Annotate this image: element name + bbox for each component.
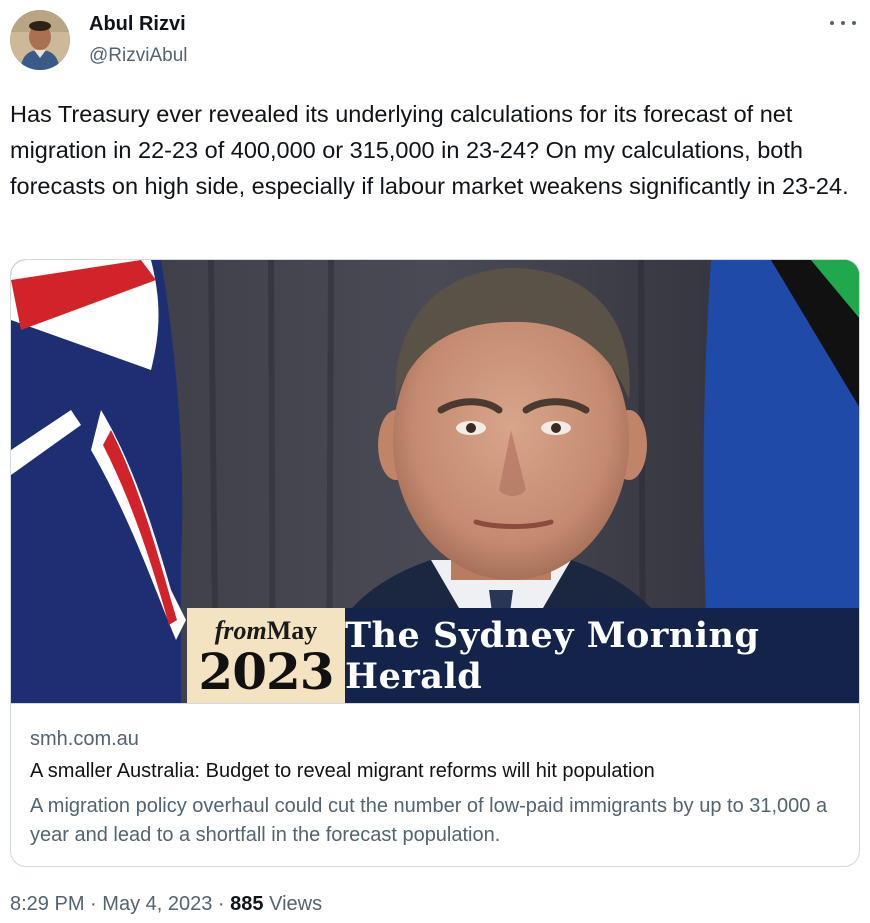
views-count[interactable]: 885	[230, 893, 263, 915]
author-handle[interactable]: @RizviAbul	[89, 45, 187, 67]
card-description[interactable]: A migration policy overhaul could cut th…	[30, 792, 850, 850]
card-meta[interactable]: smh.com.au A smaller Australia: Budget t…	[11, 703, 859, 866]
author-name[interactable]: Abul Rizvi	[89, 13, 186, 36]
avatar[interactable]	[10, 10, 70, 70]
avatar-photo	[10, 10, 70, 70]
link-card[interactable]: fromMay 2023 The Sydney Morning Herald s…	[10, 259, 860, 867]
tweet-footer: 8:29 PM · May 4, 2023 · 885 Views	[10, 893, 322, 916]
footer-separator: ·	[90, 893, 97, 915]
views-label[interactable]: Views	[269, 893, 322, 915]
tweet-text: Has Treasury ever revealed its underlyin…	[10, 101, 849, 199]
banner-year: 2023	[198, 642, 334, 701]
more-horizontal-icon[interactable]	[830, 12, 856, 34]
card-domain[interactable]: smh.com.au	[30, 728, 139, 751]
footer-separator-2: ·	[217, 893, 225, 915]
publication-name: The Sydney Morning Herald	[345, 614, 760, 697]
banner-month: May	[266, 616, 318, 645]
banner-date-box: fromMay 2023	[187, 608, 345, 703]
tweet-date[interactable]: May 4, 2023	[102, 893, 212, 915]
banner-from-label: from	[214, 616, 267, 645]
publication-banner: The Sydney Morning Herald	[345, 608, 859, 703]
card-title[interactable]: A smaller Australia: Budget to reveal mi…	[30, 760, 655, 783]
tweet-time[interactable]: 8:29 PM	[10, 893, 84, 915]
